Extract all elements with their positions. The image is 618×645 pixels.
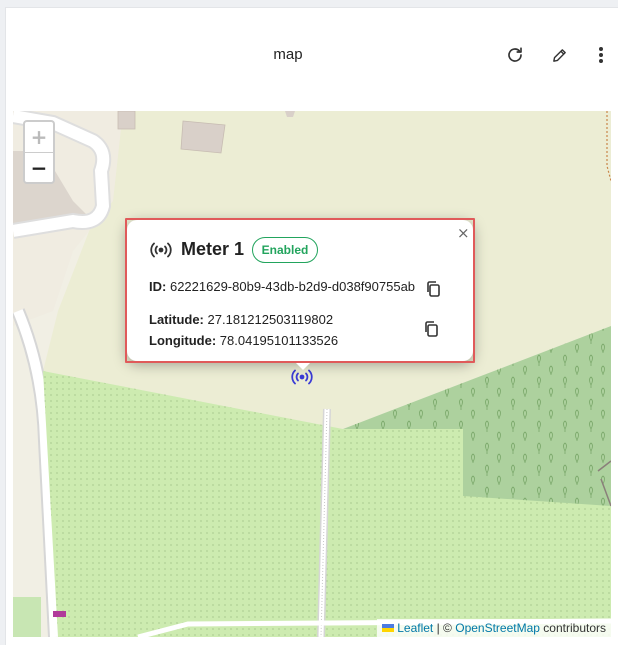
meter-icon [150, 242, 172, 258]
popup-id-row: ID: 62221629-80b9-43db-b2d9-d038f90755ab [149, 279, 415, 294]
attribution-suffix: contributors [543, 621, 606, 635]
zoom-in-button[interactable]: + [25, 122, 53, 152]
latitude-value: 27.181212503119802 [207, 312, 334, 327]
widget-title: map [273, 46, 303, 63]
map-attribution: Leaflet | © OpenStreetMap contributors [377, 619, 611, 637]
popup-close-button[interactable]: × [457, 225, 470, 241]
id-value: 62221629-80b9-43db-b2d9-d038f90755ab [169, 279, 416, 294]
attribution-separator: | © [436, 621, 452, 635]
copy-id-icon[interactable] [425, 280, 441, 298]
pencil-icon [552, 48, 566, 62]
longitude-value: 78.04195101133526 [219, 333, 339, 348]
ukraine-flag-icon [382, 624, 395, 632]
popup-longitude-row: Longitude: 78.04195101133526 [149, 333, 338, 348]
more-vertical-icon [599, 47, 603, 63]
refresh-button[interactable] [504, 44, 526, 66]
more-options-button[interactable] [590, 44, 612, 66]
leaflet-link[interactable]: Leaflet [397, 621, 433, 635]
edit-button[interactable] [548, 44, 570, 66]
popup-latitude-row: Latitude: 27.181212503119802 [149, 312, 333, 327]
popup-title: Meter 1 [181, 239, 245, 259]
status-badge: Enabled [252, 237, 318, 263]
latitude-label: Latitude: [149, 312, 204, 327]
openstreetmap-link[interactable]: OpenStreetMap [455, 621, 540, 635]
copy-coordinates-icon[interactable] [423, 320, 439, 338]
meter-map-marker[interactable] [290, 367, 314, 387]
zoom-out-button[interactable]: − [25, 152, 53, 182]
longitude-label: Longitude: [149, 333, 217, 348]
popup-tip [293, 360, 313, 370]
zoom-control: + − [23, 120, 55, 184]
id-label: ID: [149, 279, 167, 294]
refresh-icon [508, 47, 522, 62]
